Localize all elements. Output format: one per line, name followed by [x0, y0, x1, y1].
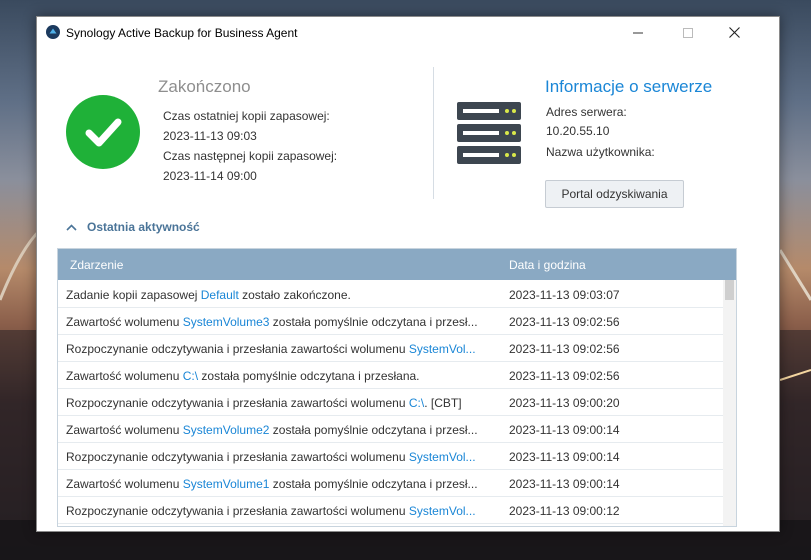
- minimize-icon: [633, 32, 643, 33]
- event-text: Zawartość wolumenu: [66, 423, 183, 437]
- column-header-event[interactable]: Zdarzenie: [70, 258, 123, 272]
- event-cell: Zadanie kopii zapasowej Default zostało …: [66, 288, 496, 302]
- date-cell: 2023-11-13 09:02:56: [509, 315, 620, 329]
- event-link[interactable]: SystemVolume2: [183, 423, 270, 437]
- event-cell: Zawartość wolumenu C:\ została pomyślnie…: [66, 369, 496, 383]
- event-text-suffix: została pomyślnie odczytana i przesł...: [269, 477, 478, 491]
- table-row[interactable]: Zawartość wolumenu C:\ została pomyślnie…: [58, 361, 723, 389]
- date-cell: 2023-11-13 09:03:07: [509, 288, 620, 302]
- success-check-icon: [66, 95, 140, 169]
- scrollbar-thumb[interactable]: [725, 280, 734, 300]
- recovery-portal-button[interactable]: Portal odzyskiwania: [545, 180, 684, 208]
- event-text: Rozpoczynanie odczytywania i przesłania …: [66, 450, 409, 464]
- date-cell: 2023-11-13 09:02:56: [509, 369, 620, 383]
- event-text-suffix: . [CBT]: [424, 396, 462, 410]
- event-text: Zadanie kopii zapasowej: [66, 288, 201, 302]
- next-backup-value: 2023-11-14 09:00: [163, 169, 257, 183]
- server-icon: [457, 102, 521, 164]
- column-header-date[interactable]: Data i godzina: [509, 258, 586, 272]
- last-backup-label: Czas ostatniej kopii zapasowej:: [163, 109, 330, 123]
- event-cell: Zawartość wolumenu SystemVolume2 została…: [66, 423, 496, 437]
- event-link[interactable]: SystemVolume3: [183, 315, 270, 329]
- recent-activity-toggle[interactable]: Ostatnia aktywność: [66, 220, 200, 234]
- chevron-up-icon: [66, 223, 77, 231]
- event-link[interactable]: C:\: [183, 369, 198, 383]
- activity-table: Zdarzenie Data i godzina Zadanie kopii z…: [57, 248, 737, 527]
- server-info-title: Informacje o serwerze: [545, 77, 713, 96]
- date-cell: 2023-11-13 09:00:14: [509, 477, 620, 491]
- table-row[interactable]: Zawartość wolumenu SystemVolume3 została…: [58, 307, 723, 335]
- event-text: Rozpoczynanie odczytywania i przesłania …: [66, 342, 409, 356]
- event-cell: Zawartość wolumenu SystemVolume1 została…: [66, 477, 496, 491]
- table-row[interactable]: Rozpoczynanie odczytywania i przesłania …: [58, 496, 723, 524]
- event-cell: Rozpoczynanie odczytywania i przesłania …: [66, 450, 496, 464]
- close-button[interactable]: [711, 17, 757, 48]
- table-row[interactable]: Rozpoczynanie odczytywania i przesłania …: [58, 442, 723, 470]
- maximize-button[interactable]: [665, 17, 711, 48]
- event-cell: Rozpoczynanie odczytywania i przesłania …: [66, 396, 496, 410]
- table-row[interactable]: Zawartość wolumenu SystemVolume2 została…: [58, 415, 723, 443]
- event-link[interactable]: SystemVol...: [409, 504, 476, 518]
- event-cell: Rozpoczynanie odczytywania i przesłania …: [66, 342, 496, 356]
- date-cell: 2023-11-13 09:00:12: [509, 504, 620, 518]
- maximize-icon: [683, 27, 693, 38]
- checkmark-icon: [85, 118, 122, 147]
- server-address-label: Adres serwera:: [546, 105, 627, 119]
- event-cell: Zawartość wolumenu SystemVolume3 została…: [66, 315, 496, 329]
- event-text: Rozpoczynanie odczytywania i przesłania …: [66, 396, 409, 410]
- event-link[interactable]: SystemVolume1: [183, 477, 270, 491]
- event-text-suffix: została pomyślnie odczytana i przesł...: [269, 423, 478, 437]
- table-row[interactable]: Rozpoczynanie odczytywania i przesłania …: [58, 334, 723, 362]
- event-text-suffix: została pomyślnie odczytana i przesł...: [269, 315, 478, 329]
- title-bar: Synology Active Backup for Business Agen…: [37, 17, 779, 48]
- window-title: Synology Active Backup for Business Agen…: [66, 26, 298, 40]
- event-link[interactable]: C:\: [409, 396, 424, 410]
- close-icon: [728, 27, 740, 38]
- event-text-suffix: została pomyślnie odczytana i przesłana.: [198, 369, 420, 383]
- event-text: Zawartość wolumenu: [66, 369, 183, 383]
- table-row[interactable]: Zawartość wolumenu SystemVolume1 została…: [58, 469, 723, 497]
- section-divider: [433, 67, 434, 199]
- event-text: Rozpoczynanie odczytywania i przesłania …: [66, 504, 409, 518]
- event-link[interactable]: Default: [201, 288, 239, 302]
- table-scrollbar[interactable]: [723, 280, 736, 526]
- synology-app-icon: [46, 25, 60, 39]
- next-backup-label: Czas następnej kopii zapasowej:: [163, 149, 338, 163]
- recent-activity-label: Ostatnia aktywność: [87, 220, 200, 234]
- event-cell: Rozpoczynanie odczytywania i przesłania …: [66, 504, 496, 518]
- table-row[interactable]: Zadanie kopii zapasowej Default zostało …: [58, 280, 723, 308]
- date-cell: 2023-11-13 09:00:14: [509, 450, 620, 464]
- server-address-value: 10.20.55.10: [546, 124, 610, 138]
- date-cell: 2023-11-13 09:02:56: [509, 342, 620, 356]
- event-text: Zawartość wolumenu: [66, 477, 183, 491]
- event-text-suffix: zostało zakończone.: [238, 288, 351, 302]
- table-header: Zdarzenie Data i godzina: [58, 249, 736, 280]
- table-row[interactable]: Rozpoczynanie odczytywania i przesłania …: [58, 388, 723, 416]
- date-cell: 2023-11-13 09:00:14: [509, 423, 620, 437]
- event-link[interactable]: SystemVol...: [409, 342, 476, 356]
- event-link[interactable]: SystemVol...: [409, 450, 476, 464]
- event-text: Zawartość wolumenu: [66, 315, 183, 329]
- minimize-button[interactable]: [615, 17, 661, 48]
- status-title: Zakończono: [158, 77, 251, 96]
- last-backup-value: 2023-11-13 09:03: [163, 129, 257, 143]
- date-cell: 2023-11-13 09:00:20: [509, 396, 620, 410]
- app-window: Synology Active Backup for Business Agen…: [36, 16, 780, 532]
- username-label: Nazwa użytkownika:: [546, 145, 655, 159]
